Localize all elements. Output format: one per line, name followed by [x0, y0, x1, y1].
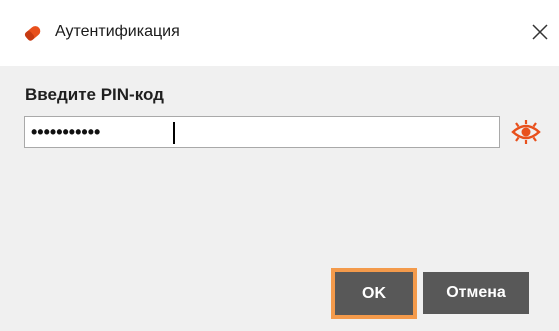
ok-button-label: OK: [362, 284, 386, 302]
close-icon: [532, 24, 548, 40]
cancel-button[interactable]: Отмена: [423, 272, 529, 314]
ok-button[interactable]: OK: [331, 268, 417, 319]
app-icon: [24, 26, 41, 41]
title-bar: Аутентификация: [0, 0, 559, 66]
text-caret: [173, 122, 175, 144]
close-button[interactable]: [526, 16, 554, 48]
auth-dialog: Аутентификация Введите PIN-код •••••••••…: [0, 0, 559, 331]
pin-input[interactable]: •••••••••••: [24, 116, 500, 148]
eye-icon[interactable]: [510, 118, 542, 146]
cancel-button-label: Отмена: [446, 284, 506, 301]
pin-masked-value: •••••••••••: [31, 122, 101, 142]
window-title: Аутентификация: [55, 23, 180, 40]
pin-prompt-label: Введите PIN-код: [25, 85, 164, 104]
